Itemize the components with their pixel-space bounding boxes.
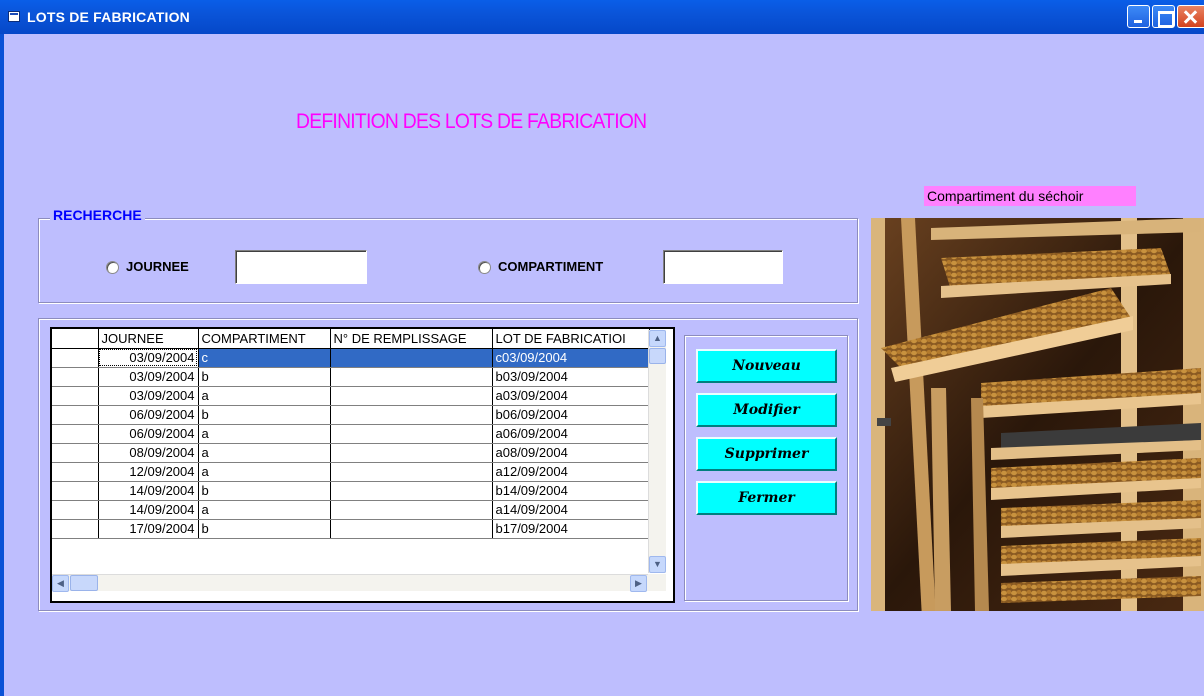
drying-compartment-photo <box>871 218 1204 611</box>
cell-journee[interactable]: 06/09/2004 <box>98 405 199 425</box>
cell-journee[interactable]: 12/09/2004 <box>98 462 199 482</box>
table-row[interactable]: 14/09/2004 b b14/09/2004 <box>52 481 650 501</box>
image-caption: Compartiment du séchoir <box>924 186 1136 206</box>
cell-remplissage[interactable] <box>330 462 493 482</box>
cell-compartiment[interactable]: a <box>198 500 331 520</box>
cell-remplissage[interactable] <box>330 519 493 539</box>
table-row[interactable]: 06/09/2004 a a06/09/2004 <box>52 424 650 444</box>
cell-remplissage[interactable] <box>330 500 493 520</box>
supprimer-button[interactable]: Supprimer <box>696 437 837 471</box>
fermer-button[interactable]: Fermer <box>696 481 837 515</box>
compartiment-label: COMPARTIMENT <box>498 259 604 274</box>
cell-lot[interactable]: a14/09/2004 <box>492 500 650 520</box>
cell-remplissage[interactable] <box>330 443 493 463</box>
cell-lot[interactable]: a06/09/2004 <box>492 424 650 444</box>
minimize-button[interactable] <box>1127 5 1150 28</box>
cell-lot[interactable]: b03/09/2004 <box>492 367 650 387</box>
scroll-left-icon[interactable]: ◀ <box>52 575 69 592</box>
cell-compartiment[interactable]: a <box>198 424 331 444</box>
cell-journee[interactable]: 14/09/2004 <box>98 481 199 501</box>
table-row[interactable]: 03/09/2004 b b03/09/2004 <box>52 367 650 387</box>
cell-journee[interactable]: 06/09/2004 <box>98 424 199 444</box>
cell-compartiment[interactable]: a <box>198 443 331 463</box>
table-row[interactable]: 03/09/2004 c c03/09/2004 <box>52 348 650 368</box>
scroll-right-icon[interactable]: ▶ <box>630 575 647 592</box>
journee-radio[interactable] <box>106 261 119 274</box>
row-selector[interactable] <box>52 424 99 444</box>
cell-journee[interactable]: 03/09/2004 <box>98 348 199 368</box>
cell-remplissage[interactable] <box>330 424 493 444</box>
cell-remplissage[interactable] <box>330 348 493 368</box>
table-row[interactable]: 03/09/2004 a a03/09/2004 <box>52 386 650 406</box>
search-legend: RECHERCHE <box>50 207 145 223</box>
cell-remplissage[interactable] <box>330 481 493 501</box>
horizontal-scroll-thumb[interactable] <box>70 575 98 591</box>
row-selector-header[interactable] <box>52 329 99 349</box>
cell-lot[interactable]: a03/09/2004 <box>492 386 650 406</box>
row-selector[interactable] <box>52 443 99 463</box>
table-row[interactable]: 06/09/2004 b b06/09/2004 <box>52 405 650 425</box>
cell-journee[interactable]: 17/09/2004 <box>98 519 199 539</box>
title-bar[interactable]: LOTS DE FABRICATION <box>0 0 1204 34</box>
cell-compartiment[interactable]: c <box>198 348 331 368</box>
cell-compartiment[interactable]: b <box>198 519 331 539</box>
row-selector[interactable] <box>52 405 99 425</box>
drying-racks-image <box>871 218 1204 611</box>
lots-grid[interactable]: JOURNEE COMPARTIMENT N° DE REMPLISSAGE L… <box>50 327 675 603</box>
row-selector[interactable] <box>52 500 99 520</box>
nouveau-button[interactable]: Nouveau <box>696 349 837 383</box>
cell-journee[interactable]: 08/09/2004 <box>98 443 199 463</box>
row-selector[interactable] <box>52 519 99 539</box>
scroll-down-icon[interactable]: ▼ <box>649 556 666 573</box>
table-row[interactable]: 17/09/2004 b b17/09/2004 <box>52 519 650 539</box>
cell-compartiment[interactable]: b <box>198 367 331 387</box>
maximize-button[interactable] <box>1152 5 1175 28</box>
close-button[interactable] <box>1177 5 1204 28</box>
cell-journee[interactable]: 03/09/2004 <box>98 367 199 387</box>
table-row[interactable]: 12/09/2004 a a12/09/2004 <box>52 462 650 482</box>
grid-header-row: JOURNEE COMPARTIMENT N° DE REMPLISSAGE L… <box>52 329 650 349</box>
table-row[interactable]: 08/09/2004 a a08/09/2004 <box>52 443 650 463</box>
cell-lot[interactable]: a08/09/2004 <box>492 443 650 463</box>
page-title: DEFINITION DES LOTS DE FABRICATION <box>296 110 647 133</box>
column-header-remplissage[interactable]: N° DE REMPLISSAGE <box>330 329 493 349</box>
cell-lot[interactable]: b14/09/2004 <box>492 481 650 501</box>
journee-input[interactable] <box>235 250 367 284</box>
journee-label: JOURNEE <box>126 259 189 274</box>
column-header-journee[interactable]: JOURNEE <box>98 329 199 349</box>
scroll-up-icon[interactable]: ▲ <box>649 330 666 347</box>
cell-lot[interactable]: b06/09/2004 <box>492 405 650 425</box>
cell-lot[interactable]: b17/09/2004 <box>492 519 650 539</box>
compartiment-input[interactable] <box>663 250 783 284</box>
cell-lot[interactable]: c03/09/2004 <box>492 348 650 368</box>
cell-journee[interactable]: 03/09/2004 <box>98 386 199 406</box>
compartiment-radio[interactable] <box>478 261 491 274</box>
cell-compartiment[interactable]: a <box>198 462 331 482</box>
cell-compartiment[interactable]: a <box>198 386 331 406</box>
scrollbar-corner <box>648 574 666 591</box>
table-row[interactable]: 14/09/2004 a a14/09/2004 <box>52 500 650 520</box>
cell-compartiment[interactable]: b <box>198 481 331 501</box>
app-icon[interactable] <box>8 11 20 22</box>
cell-remplissage[interactable] <box>330 386 493 406</box>
row-selector[interactable] <box>52 348 99 368</box>
cell-compartiment[interactable]: b <box>198 405 331 425</box>
window-border <box>0 34 4 696</box>
row-selector[interactable] <box>52 367 99 387</box>
row-selector[interactable] <box>52 462 99 482</box>
row-selector[interactable] <box>52 481 99 501</box>
modifier-button[interactable]: Modifier <box>696 393 837 427</box>
cell-remplissage[interactable] <box>330 405 493 425</box>
cell-journee[interactable]: 14/09/2004 <box>98 500 199 520</box>
horizontal-scrollbar[interactable]: ◀ ▶ <box>52 574 648 592</box>
column-header-lot[interactable]: LOT DE FABRICATIOI <box>492 329 650 349</box>
column-header-compartiment[interactable]: COMPARTIMENT <box>198 329 331 349</box>
vertical-scroll-thumb[interactable] <box>649 348 666 364</box>
cell-remplissage[interactable] <box>330 367 493 387</box>
cell-lot[interactable]: a12/09/2004 <box>492 462 650 482</box>
vertical-scrollbar[interactable]: ▲ ▼ <box>648 330 666 573</box>
window-title: LOTS DE FABRICATION <box>27 9 190 25</box>
row-selector[interactable] <box>52 386 99 406</box>
lots-table: JOURNEE COMPARTIMENT N° DE REMPLISSAGE L… <box>52 329 650 539</box>
